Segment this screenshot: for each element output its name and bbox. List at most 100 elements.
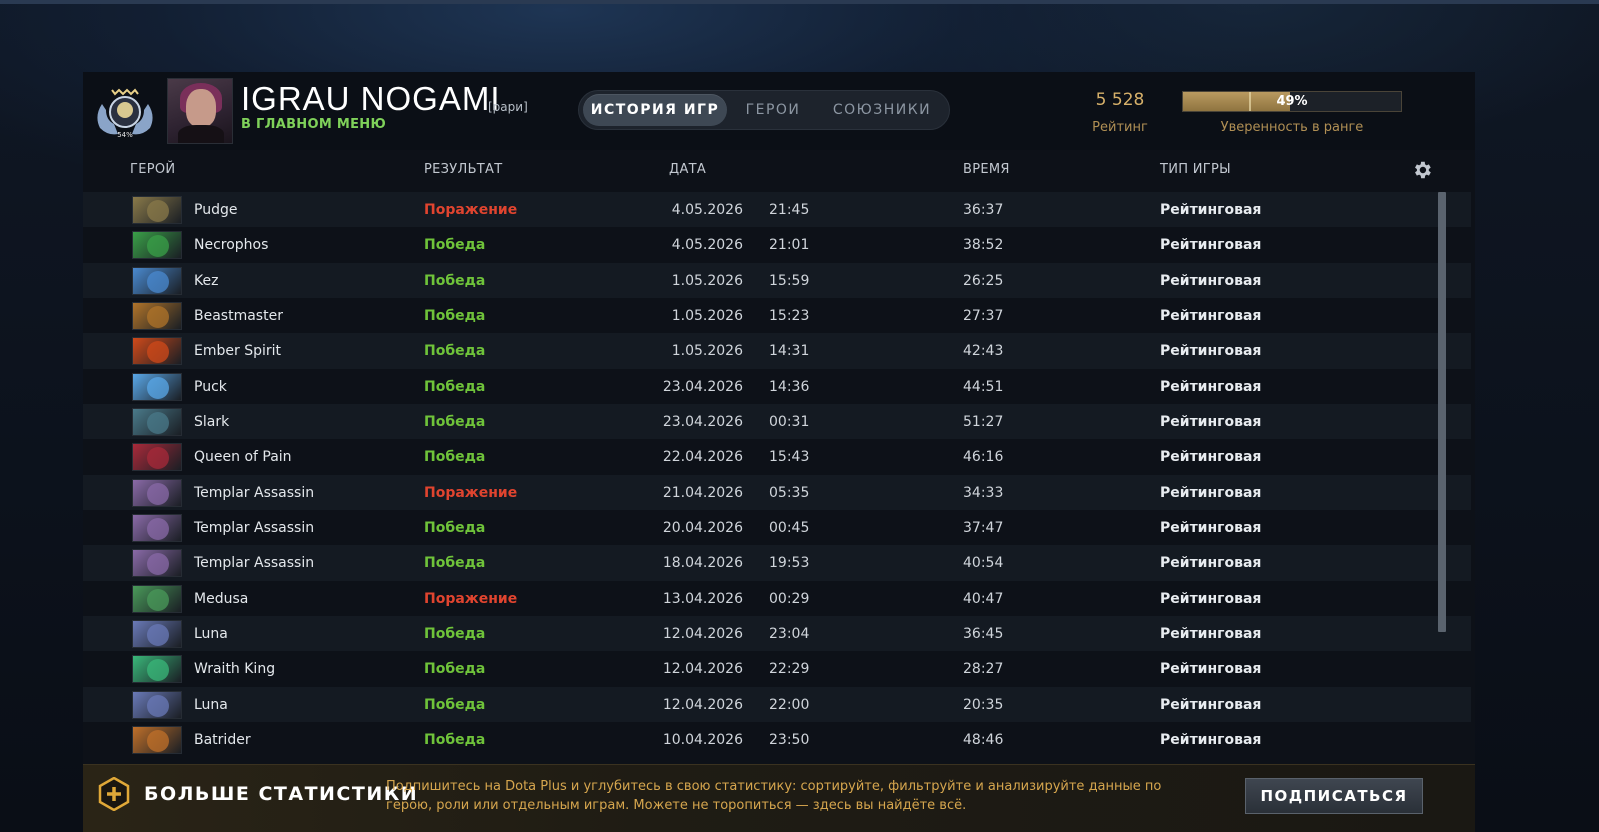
- game-type: Рейтинговая: [1160, 484, 1262, 501]
- subscribe-button[interactable]: ПОДПИСАТЬСЯ: [1245, 778, 1423, 814]
- column-result[interactable]: РЕЗУЛЬТАТ: [424, 162, 502, 177]
- hero-portrait: [132, 443, 182, 472]
- column-duration[interactable]: ВРЕМЯ: [963, 162, 1010, 177]
- match-time: 14:36: [769, 378, 810, 395]
- hero-name: Ember Spirit: [194, 343, 281, 360]
- match-time: 14:31: [769, 343, 810, 360]
- table-row[interactable]: Luna Победа 12.04.2026 23:04 36:45 Рейтингова…: [83, 615, 1471, 652]
- game-type: Рейтинговая: [1160, 237, 1262, 254]
- table-row[interactable]: Ember Spirit Победа 1.05.2026 14:31 42:43 Рей…: [83, 333, 1471, 370]
- match-result: Победа: [424, 449, 486, 466]
- match-duration: 27:37: [963, 307, 1004, 324]
- match-date: 1.05.2026: [671, 307, 743, 324]
- match-result: Победа: [424, 625, 486, 642]
- gear-icon[interactable]: [1411, 159, 1433, 181]
- game-type: Рейтинговая: [1160, 590, 1262, 607]
- rank-confidence-bar: 49%: [1182, 91, 1402, 112]
- match-duration: 46:16: [963, 449, 1004, 466]
- match-duration: 40:47: [963, 590, 1004, 607]
- table-row[interactable]: Luna Победа 12.04.2026 22:00 20:35 Рейтингова…: [83, 686, 1471, 723]
- match-result: Победа: [424, 343, 486, 360]
- match-date: 23.04.2026: [662, 413, 743, 430]
- dota-plus-promo: БОЛЬШЕ СТАТИСТИКИ Подпишитесь на Dota Pl…: [83, 764, 1475, 832]
- match-date: 12.04.2026: [662, 625, 743, 642]
- hero-name: Luna: [194, 696, 228, 713]
- match-result: Победа: [424, 413, 486, 430]
- scrollbar[interactable]: [1438, 192, 1446, 632]
- hero-portrait: [132, 725, 182, 754]
- hero-name: Pudge: [194, 202, 238, 218]
- game-type: Рейтинговая: [1160, 202, 1262, 218]
- table-row[interactable]: Wraith King Победа 12.04.2026 22:29 28:27 Рей…: [83, 651, 1471, 688]
- match-time: 00:31: [769, 413, 810, 430]
- hero-name: Templar Assassin: [194, 519, 315, 536]
- hero-portrait: [132, 513, 182, 542]
- game-type: Рейтинговая: [1160, 449, 1262, 466]
- match-duration: 38:52: [963, 237, 1004, 254]
- match-duration: 34:33: [963, 484, 1004, 501]
- column-hero[interactable]: ГЕРОЙ: [130, 162, 175, 177]
- match-date: 22.04.2026: [662, 449, 743, 466]
- match-date: 4.05.2026: [671, 237, 743, 254]
- game-type: Рейтинговая: [1160, 272, 1262, 289]
- match-time: 23:50: [769, 731, 810, 748]
- table-row[interactable]: Puck Победа 23.04.2026 14:36 44:51 Рейтингова…: [83, 368, 1471, 405]
- match-list: Pudge Поражение 4.05.2026 21:45 36:37 Рейтинг…: [83, 192, 1475, 764]
- promo-text: Подпишитесь на Dota Plus и углубитесь в …: [386, 779, 1162, 813]
- match-result: Победа: [424, 378, 486, 395]
- match-result: Победа: [424, 307, 486, 324]
- rating-value: 5 528: [1095, 90, 1145, 110]
- match-result: Победа: [424, 661, 486, 678]
- column-game-type[interactable]: ТИП ИГРЫ: [1160, 162, 1231, 177]
- game-type: Рейтинговая: [1160, 343, 1262, 360]
- table-row[interactable]: Medusa Поражение 13.04.2026 00:29 40:47 Рейти…: [83, 580, 1471, 617]
- match-duration: 51:27: [963, 413, 1004, 430]
- match-time: 22:29: [769, 661, 810, 678]
- match-duration: 26:25: [963, 272, 1004, 289]
- player-tag: [рари]: [488, 100, 528, 114]
- table-row[interactable]: Templar Assassin Победа 20.04.2026 00:45 37:…: [83, 509, 1471, 546]
- table-row[interactable]: Beastmaster Победа 1.05.2026 15:23 27:37 Рейт…: [83, 297, 1471, 334]
- match-time: 00:45: [769, 519, 810, 536]
- table-row[interactable]: Queen of Pain Победа 22.04.2026 15:43 46:16 Р…: [83, 439, 1471, 476]
- hero-portrait: [132, 584, 182, 613]
- tab-allies[interactable]: СОЮЗНИКИ: [819, 94, 945, 126]
- game-type: Рейтинговая: [1160, 413, 1262, 430]
- hero-portrait: [132, 337, 182, 366]
- player-name[interactable]: IGRAU NOGAMI: [241, 80, 501, 118]
- avatar[interactable]: [167, 78, 233, 144]
- match-result: Победа: [424, 731, 486, 748]
- table-row[interactable]: Necrophos Победа 4.05.2026 21:01 38:52 Рейтин…: [83, 227, 1471, 264]
- match-duration: 37:47: [963, 519, 1004, 536]
- rating-label: Рейтинг: [1092, 120, 1148, 135]
- match-result: Победа: [424, 555, 486, 572]
- match-duration: 20:35: [963, 696, 1004, 713]
- hero-name: Slark: [194, 413, 230, 430]
- hero-name: Templar Assassin: [194, 555, 315, 572]
- table-row[interactable]: Templar Assassin Победа 18.04.2026 19:53 40:…: [83, 545, 1471, 582]
- match-time: 21:45: [769, 202, 810, 218]
- table-row[interactable]: Kez Победа 1.05.2026 15:59 26:25 Рейтинговая: [83, 262, 1471, 299]
- match-date: 10.04.2026: [662, 731, 743, 748]
- match-date: 13.04.2026: [662, 590, 743, 607]
- match-time: 15:43: [769, 449, 810, 466]
- match-date: 1.05.2026: [671, 343, 743, 360]
- rank-medal-icon[interactable]: 54%: [92, 80, 158, 142]
- table-row[interactable]: Pudge Поражение 4.05.2026 21:45 36:37 Рейтинг…: [83, 192, 1471, 228]
- match-result: Поражение: [424, 202, 518, 218]
- tab-match-history[interactable]: ИСТОРИЯ ИГР: [583, 94, 727, 126]
- match-result: Победа: [424, 696, 486, 713]
- column-date[interactable]: ДАТА: [669, 162, 706, 177]
- match-date: 21.04.2026: [662, 484, 743, 501]
- profile-header: 54% IGRAU NOGAMI [рари] В ГЛАВНОМ МЕНЮ И…: [83, 72, 1475, 150]
- table-row[interactable]: Templar Assassin Поражение 21.04.2026 05:35…: [83, 474, 1471, 511]
- tab-heroes[interactable]: ГЕРОИ: [731, 94, 815, 126]
- table-row[interactable]: Slark Победа 23.04.2026 00:31 51:27 Рейтингов…: [83, 403, 1471, 440]
- dota-plus-icon: [98, 777, 130, 811]
- match-result: Победа: [424, 237, 486, 254]
- hero-name: Necrophos: [194, 237, 269, 254]
- table-row[interactable]: Batrider Победа 10.04.2026 23:50 48:46 Рейтин…: [83, 721, 1471, 758]
- hero-name: Luna: [194, 625, 228, 642]
- hero-portrait: [132, 407, 182, 436]
- hero-portrait: [132, 690, 182, 719]
